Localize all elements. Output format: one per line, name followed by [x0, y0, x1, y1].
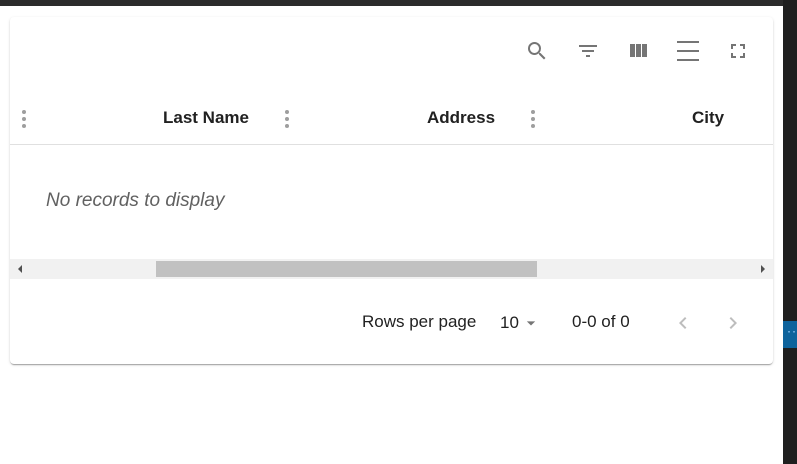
fullscreen-icon — [731, 44, 745, 58]
chevron-right-icon — [729, 317, 737, 329]
drag-handle-icon — [22, 110, 26, 128]
arrow-drop-down-icon — [526, 321, 536, 326]
filter-list-icon — [579, 45, 597, 57]
data-table-card: Last Name Address City No records to dis… — [10, 17, 773, 364]
search-button[interactable] — [517, 31, 557, 71]
columns-button[interactable] — [618, 31, 658, 71]
drag-handle-icon — [285, 110, 289, 128]
column-resize-handle[interactable] — [277, 107, 297, 131]
table-header-row: Last Name Address City — [10, 93, 773, 145]
filter-button[interactable] — [568, 31, 608, 71]
next-page-button[interactable] — [713, 303, 753, 343]
rows-per-page-select[interactable]: 10 — [500, 310, 546, 336]
rows-per-page-label: Rows per page — [362, 312, 477, 331]
column-resize-handle[interactable] — [523, 107, 543, 131]
rows-per-page-value: 10 — [500, 313, 519, 332]
more-dots-icon: ·· — [786, 327, 797, 338]
horizontal-scrollbar[interactable] — [10, 259, 773, 279]
triangle-left-icon — [18, 265, 22, 273]
scroll-right-button[interactable] — [753, 259, 773, 279]
search-icon — [528, 42, 546, 60]
density-button[interactable] — [668, 31, 708, 71]
empty-table-message: No records to display — [46, 190, 225, 211]
window-top-bar — [0, 0, 797, 6]
chevron-left-icon — [679, 317, 687, 329]
column-resize-handle[interactable] — [14, 107, 34, 131]
scrollbar-thumb[interactable] — [156, 261, 537, 277]
pagination-range: 0-0 of 0 — [572, 312, 630, 331]
scroll-left-button[interactable] — [10, 259, 30, 279]
drag-handle-icon — [531, 110, 535, 128]
column-header-last-name[interactable]: Last Name — [163, 108, 249, 128]
density-icon — [677, 41, 699, 61]
fullscreen-button[interactable] — [718, 31, 758, 71]
view-column-icon — [630, 44, 647, 57]
table-pagination: Rows per page 10 0-0 of 0 — [10, 297, 773, 349]
table-toolbar — [10, 17, 773, 85]
column-header-city[interactable]: City — [692, 108, 724, 128]
column-header-address[interactable]: Address — [427, 108, 495, 128]
triangle-right-icon — [761, 265, 765, 273]
adjacent-panel-strip — [783, 0, 797, 464]
adjacent-panel-accent[interactable]: ·· — [783, 321, 797, 348]
previous-page-button[interactable] — [663, 303, 703, 343]
